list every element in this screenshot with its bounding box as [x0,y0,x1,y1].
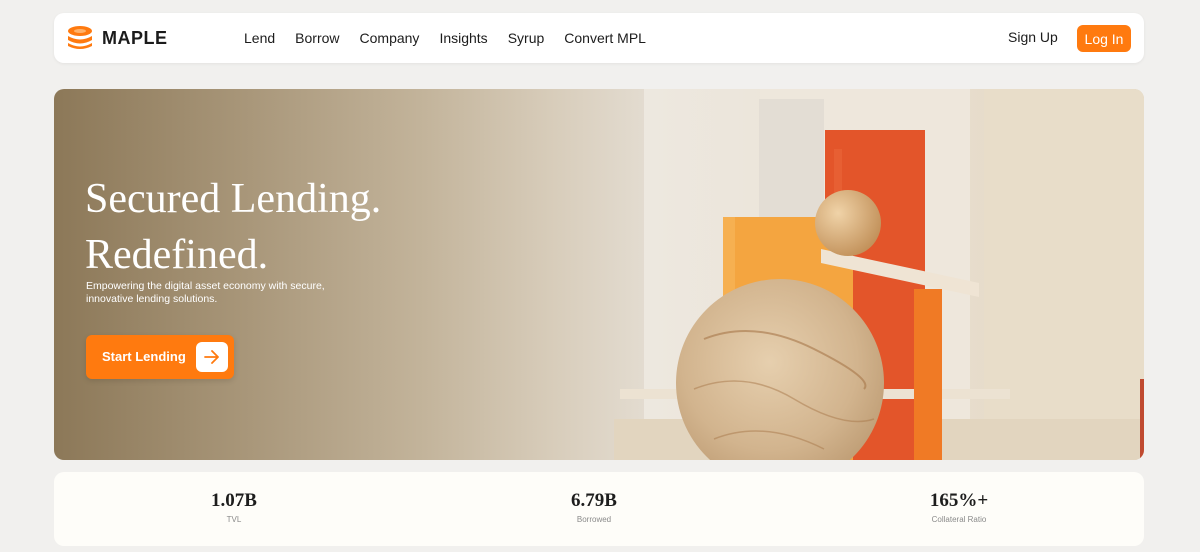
stat-collateral-ratio: 165%+ Collateral Ratio [869,490,1049,524]
brand-logo[interactable]: MAPLE [66,25,168,51]
nav-link-company[interactable]: Company [360,30,420,46]
nav-link-lend[interactable]: Lend [244,30,275,46]
stat-value: 6.79B [571,490,617,511]
nav-links: Lend Borrow Company Insights Syrup Conve… [244,13,666,63]
nav-link-insights[interactable]: Insights [439,30,487,46]
hero-title-line-1: Secured Lending. [85,176,382,222]
stat-value: 165%+ [929,490,989,511]
stats-bar: 1.07B TVL 6.79B Borrowed 165%+ Collatera… [54,472,1144,546]
hero-title-line-2: Redefined. [85,232,269,278]
nav-link-borrow[interactable]: Borrow [295,30,339,46]
stacked-coins-icon [68,26,92,49]
stat-borrowed: 6.79B Borrowed [504,490,684,524]
brand-name: MAPLE [102,27,168,48]
top-navbar: MAPLE Lend Borrow Company Insights Syrup… [54,13,1144,63]
hero-subtitle-line-2: innovative lending solutions. [86,293,218,305]
stat-value: 1.07B [211,490,257,511]
stat-label: Borrowed [576,515,612,524]
start-lending-button[interactable]: Start Lending [86,335,234,379]
log-in-button[interactable]: Log In [1077,25,1131,52]
sign-up-link[interactable]: Sign Up [1008,29,1058,45]
arrow-right-icon [196,342,228,372]
hero-banner: Secured Lending. Redefined. Empowering t… [54,89,1144,460]
stat-label: TVL [226,515,242,524]
nav-link-syrup[interactable]: Syrup [508,30,545,46]
stat-tvl: 1.07B TVL [144,490,324,524]
stat-label: Collateral Ratio [931,515,987,524]
start-lending-label: Start Lending [102,349,186,364]
hero-title: Secured Lending. Redefined. [85,171,381,283]
hero-subtitle-line-1: Empowering the digital asset economy wit… [86,280,325,292]
hero-subtitle: Empowering the digital asset economy wit… [86,280,346,306]
nav-link-convert-mpl[interactable]: Convert MPL [564,30,646,46]
